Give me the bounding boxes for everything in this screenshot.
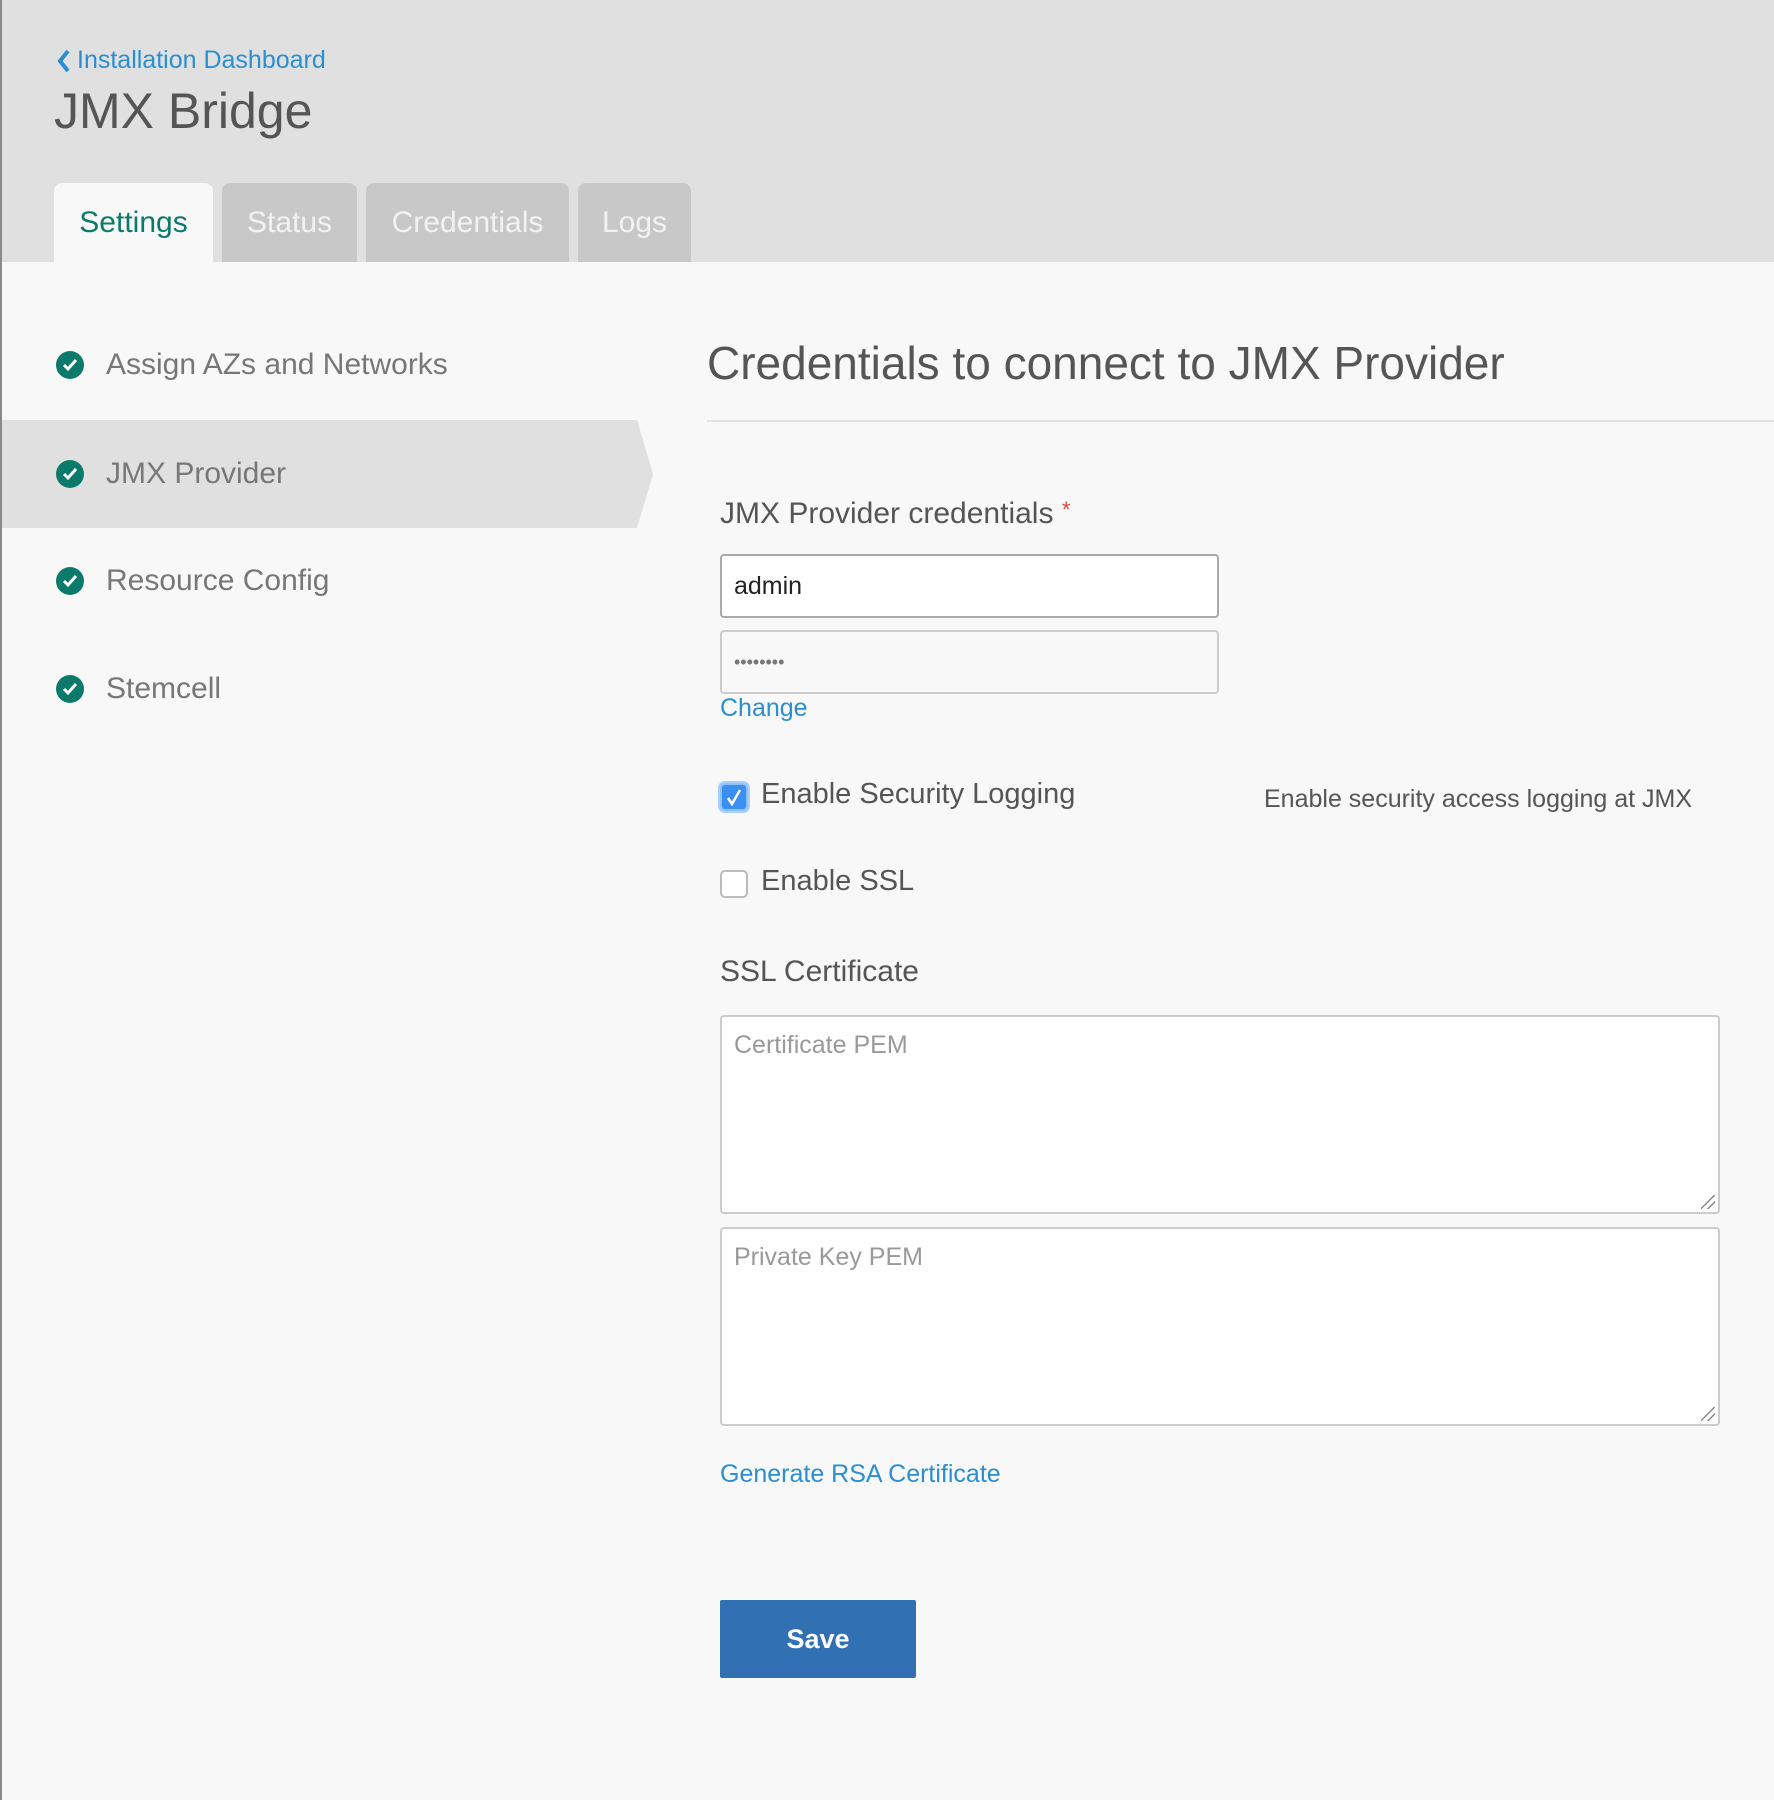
generate-rsa-certificate-link[interactable]: Generate RSA Certificate <box>720 1460 1001 1489</box>
back-link[interactable]: Installation Dashboard <box>57 46 326 75</box>
password-input[interactable]: •••••••• <box>720 630 1219 694</box>
sidebar-item-stemcell[interactable]: Stemcell <box>2 635 642 743</box>
security-logging-description: Enable security access logging at JMX <box>1264 785 1692 813</box>
tab-logs[interactable]: Logs <box>578 183 691 262</box>
certificate-pem-textarea[interactable]: Certificate PEM <box>720 1015 1720 1214</box>
private-key-pem-placeholder: Private Key PEM <box>734 1243 923 1271</box>
check-circle-icon <box>56 351 84 379</box>
check-circle-icon <box>56 460 84 488</box>
resize-handle-icon[interactable] <box>1701 1195 1715 1209</box>
resize-handle-icon[interactable] <box>1701 1407 1715 1421</box>
change-password-link[interactable]: Change <box>720 694 808 723</box>
credentials-label-text: JMX Provider credentials <box>720 497 1054 530</box>
tab-credentials[interactable]: Credentials <box>366 183 569 262</box>
page-title: JMX Bridge <box>54 83 313 139</box>
security-logging-checkbox[interactable] <box>720 783 748 811</box>
required-mark: * <box>1061 497 1071 522</box>
ssl-certificate-label: SSL Certificate <box>720 955 919 988</box>
checkmark-icon <box>726 789 742 806</box>
tab-status[interactable]: Status <box>222 183 357 262</box>
sidebar-item-jmx-provider[interactable]: JMX Provider <box>2 420 653 528</box>
chevron-left-icon <box>57 49 70 72</box>
divider <box>707 420 1774 422</box>
save-button[interactable]: Save <box>720 1600 916 1678</box>
sidebar-item-resource-config[interactable]: Resource Config <box>2 527 642 635</box>
sidebar-item-label: JMX Provider <box>106 457 287 490</box>
section-heading: Credentials to connect to JMX Provider <box>707 337 1505 389</box>
sidebar-item-assign-azs[interactable]: Assign AZs and Networks <box>2 311 642 419</box>
private-key-pem-textarea[interactable]: Private Key PEM <box>720 1227 1720 1426</box>
credentials-label: JMX Provider credentials * <box>720 497 1070 531</box>
enable-ssl-label: Enable SSL <box>761 865 915 897</box>
sidebar-item-label: Resource Config <box>106 564 330 597</box>
sidebar-item-label: Stemcell <box>106 672 222 705</box>
check-circle-icon <box>56 675 84 703</box>
username-input[interactable]: admin <box>720 554 1219 618</box>
sidebar-item-label: Assign AZs and Networks <box>106 348 448 381</box>
enable-ssl-checkbox[interactable] <box>720 870 748 898</box>
tab-settings[interactable]: Settings <box>54 183 213 262</box>
check-circle-icon <box>56 567 84 595</box>
back-link-label: Installation Dashboard <box>77 46 326 74</box>
security-logging-label: Enable Security Logging <box>761 778 1076 810</box>
certificate-pem-placeholder: Certificate PEM <box>734 1031 908 1059</box>
